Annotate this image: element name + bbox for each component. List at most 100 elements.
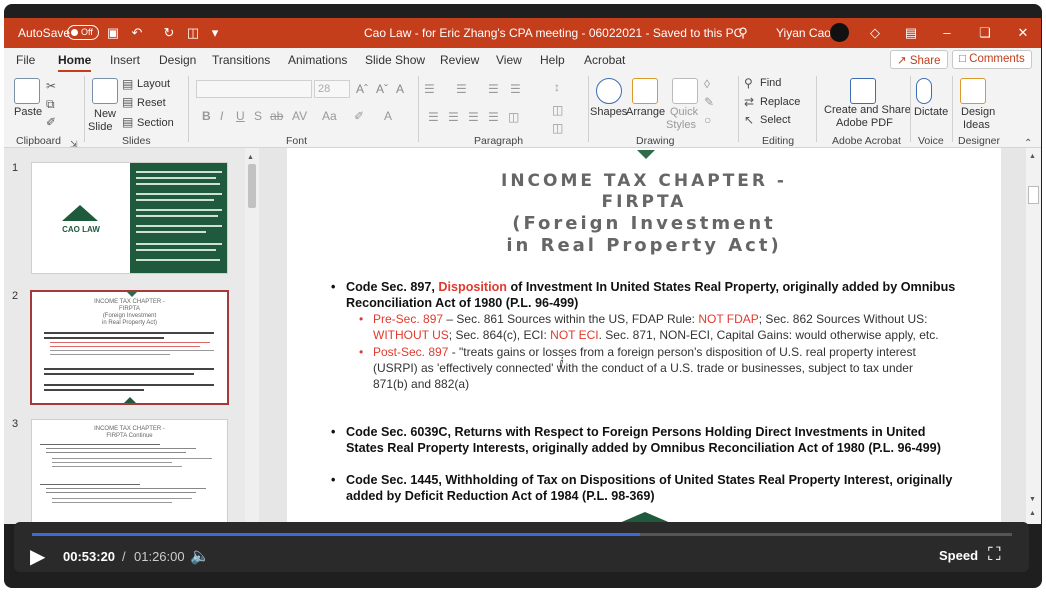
ribbon-display-icon[interactable]: ▤ (902, 24, 920, 42)
tab-acrobat[interactable]: Acrobat (584, 53, 625, 67)
shadow-icon[interactable]: S (254, 108, 262, 124)
adobe-pdf-icon[interactable] (850, 78, 876, 104)
line-spacing-icon[interactable]: ↕ (554, 79, 560, 95)
new-slide-icon[interactable] (92, 78, 118, 104)
diamond-icon[interactable]: ◇ (866, 24, 884, 42)
smartart-icon[interactable]: ◫ (552, 120, 563, 136)
text-direction-icon[interactable]: ◫ (552, 102, 563, 118)
volume-icon[interactable]: 🔈 (190, 546, 210, 566)
font-name-box[interactable] (196, 80, 312, 98)
design-ideas-icon[interactable] (960, 78, 986, 104)
bold-icon[interactable]: B (202, 108, 211, 124)
italic-icon[interactable]: I (220, 108, 223, 124)
create-share-label-1[interactable]: Create and Share (824, 104, 911, 116)
shape-fill-icon[interactable]: ◊ (704, 76, 710, 92)
align-center-icon[interactable]: ☰ (448, 109, 459, 125)
clear-format-icon[interactable]: A (396, 81, 404, 97)
present-icon[interactable]: ◫ (184, 24, 202, 42)
shape-outline-icon[interactable]: ✎ (704, 94, 714, 110)
reset-button[interactable]: Reset (137, 97, 166, 109)
change-case-icon[interactable]: Aa (322, 108, 337, 124)
cut-icon[interactable]: ✂ (46, 78, 56, 94)
align-right-icon[interactable]: ☰ (468, 109, 479, 125)
tab-design[interactable]: Design (159, 53, 196, 67)
slide-canvas[interactable]: INCOME TAX CHAPTER - FIRPTA (Foreign Inv… (287, 148, 1001, 524)
highlight-icon[interactable]: ✐ (354, 108, 364, 124)
align-left-icon[interactable]: ☰ (428, 109, 439, 125)
arrange-icon[interactable] (632, 78, 658, 104)
microphone-icon[interactable] (916, 78, 932, 104)
previous-slide-icon[interactable]: ▲ (1029, 506, 1036, 522)
editor-scroll-thumb[interactable] (1028, 186, 1039, 204)
tab-transitions[interactable]: Transitions (212, 53, 270, 67)
autosave-toggle[interactable]: Off (67, 25, 99, 40)
search-icon[interactable]: ⚲ (734, 24, 752, 42)
arrange-button[interactable]: Arrange (626, 106, 665, 118)
font-size-box[interactable]: 28 (314, 80, 350, 98)
increase-font-icon[interactable]: Aˆ (356, 81, 368, 97)
document-title[interactable]: Cao Law - for Eric Zhang's CPA meeting -… (364, 26, 742, 40)
char-spacing-icon[interactable]: AV (292, 108, 307, 124)
shapes-icon[interactable] (596, 78, 622, 104)
quick-styles-icon[interactable] (672, 78, 698, 104)
increase-indent-icon[interactable]: ☰ (510, 81, 521, 97)
slide-thumbnail-3[interactable]: INCOME TAX CHAPTER - FIRPTA Continue (31, 419, 228, 524)
new-slide-label-1[interactable]: New (94, 108, 116, 120)
font-color-icon[interactable]: A (384, 108, 392, 124)
slide-thumbnail-1[interactable]: CAO LAW (31, 162, 228, 274)
find-button[interactable]: Find (760, 77, 781, 89)
paste-label[interactable]: Paste (14, 106, 42, 118)
redo-icon[interactable]: ↻ (160, 24, 178, 42)
customize-qat-icon[interactable]: ▾ (206, 24, 224, 42)
tab-slide-show[interactable]: Slide Show (365, 53, 425, 67)
design-ideas-label-2[interactable]: Ideas (963, 119, 990, 131)
justify-icon[interactable]: ☰ (488, 109, 499, 125)
play-icon[interactable]: ▶ (30, 544, 45, 569)
share-button[interactable]: ↗ Share (890, 50, 948, 69)
replace-button[interactable]: Replace (760, 96, 800, 108)
slide-thumbnail-2[interactable]: INCOME TAX CHAPTER - FIRPTA (Foreign Inv… (30, 290, 229, 405)
tab-home[interactable]: Home (58, 53, 92, 72)
user-name[interactable]: Yiyan Cao (776, 26, 831, 40)
editor-scrollbar[interactable]: ▲ ▼ ▲ (1026, 148, 1041, 524)
paste-icon[interactable] (14, 78, 40, 104)
tab-file[interactable]: File (16, 53, 35, 67)
avatar[interactable] (830, 23, 849, 42)
tab-animations[interactable]: Animations (288, 53, 347, 67)
tab-insert[interactable]: Insert (110, 53, 140, 67)
dictate-button[interactable]: Dictate (914, 106, 948, 118)
select-button[interactable]: Select (760, 114, 791, 126)
speed-button[interactable]: Speed (939, 548, 978, 563)
format-painter-icon[interactable]: ✐ (46, 114, 56, 130)
section-button[interactable]: Section (137, 117, 174, 129)
undo-icon[interactable]: ↶ (128, 24, 146, 42)
save-icon[interactable]: ▣ (104, 24, 122, 42)
create-share-label-2[interactable]: Adobe PDF (836, 117, 893, 129)
tab-review[interactable]: Review (440, 53, 479, 67)
tab-view[interactable]: View (496, 53, 522, 67)
fullscreen-icon[interactable]: ⛶ (988, 544, 1001, 565)
close-icon[interactable]: ✕ (1014, 24, 1032, 42)
panel-scroll-thumb[interactable] (248, 164, 256, 208)
shapes-button[interactable]: Shapes (590, 106, 627, 118)
tab-help[interactable]: Help (540, 53, 565, 67)
decrease-font-icon[interactable]: Aˇ (376, 81, 388, 97)
decrease-indent-icon[interactable]: ☰ (488, 81, 499, 97)
underline-icon[interactable]: U (236, 108, 245, 124)
numbering-icon[interactable]: ☰ (456, 81, 467, 97)
shape-effects-icon[interactable]: ○ (704, 112, 711, 128)
video-progress-bar[interactable] (32, 533, 1012, 536)
new-slide-label-2[interactable]: Slide (88, 121, 112, 133)
quick-styles-label-1[interactable]: Quick (670, 106, 698, 118)
layout-button[interactable]: Layout (137, 78, 170, 90)
restore-icon[interactable]: ❏ (976, 24, 994, 42)
design-ideas-label-1[interactable]: Design (961, 106, 995, 118)
copy-icon[interactable]: ⧉ (46, 96, 55, 112)
quick-styles-label-2[interactable]: Styles (666, 119, 696, 131)
panel-scrollbar[interactable]: ▲ (245, 148, 259, 524)
columns-icon[interactable]: ◫ (508, 109, 519, 125)
minimize-icon[interactable]: – (938, 24, 956, 42)
bullets-icon[interactable]: ☰ (424, 81, 435, 97)
strikethrough-icon[interactable]: ab (270, 108, 283, 124)
comments-button[interactable]: □ Comments (952, 50, 1032, 69)
